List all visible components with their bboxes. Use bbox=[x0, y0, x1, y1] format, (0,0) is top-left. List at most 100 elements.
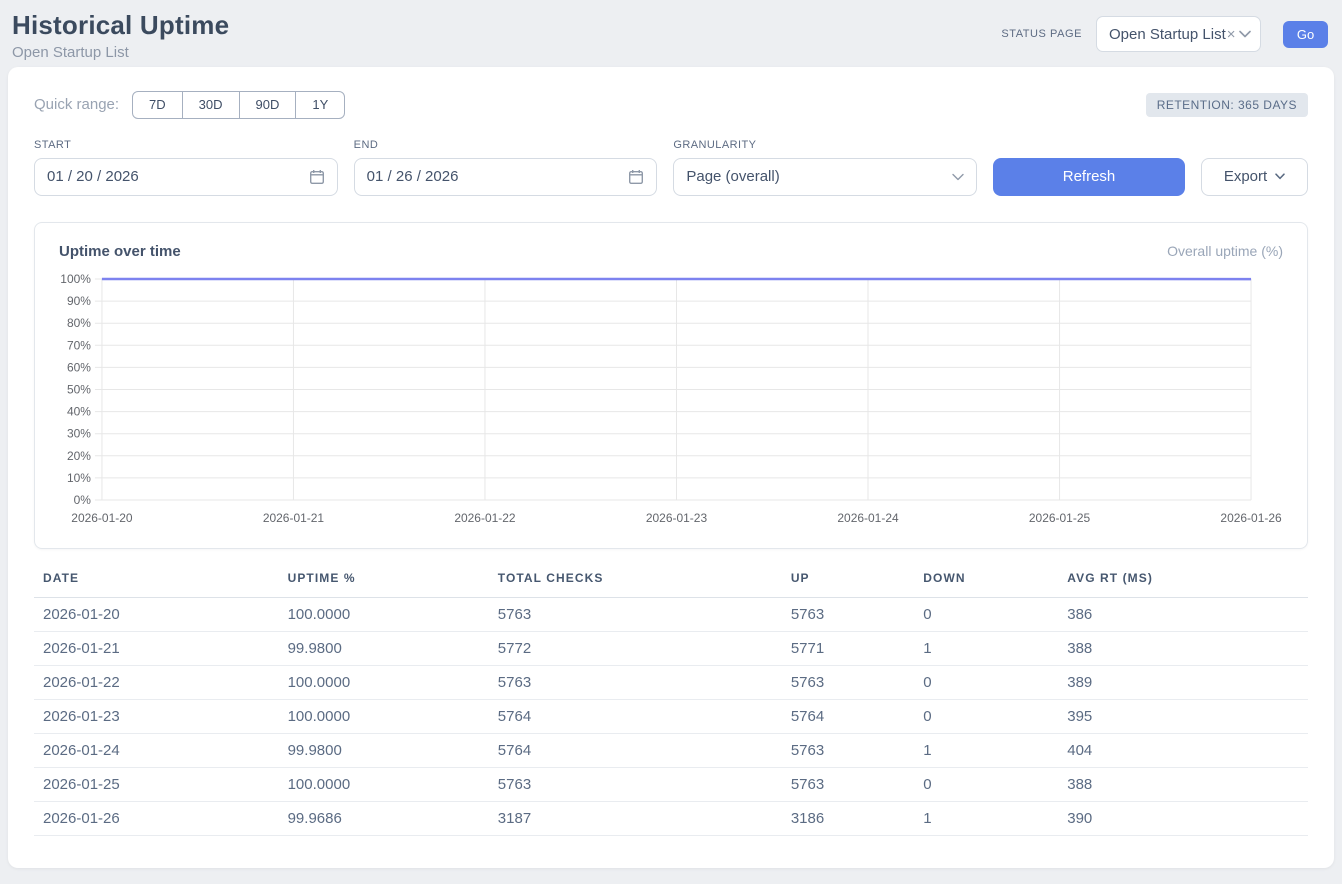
table-cell: 5763 bbox=[782, 767, 914, 801]
column-header: DATE bbox=[34, 571, 279, 598]
start-label: START bbox=[34, 139, 338, 151]
table-cell: 388 bbox=[1058, 767, 1308, 801]
table-cell: 0 bbox=[914, 699, 1058, 733]
svg-text:20%: 20% bbox=[67, 448, 91, 462]
table-row: 2026-01-2499.9800576457631404 bbox=[34, 733, 1308, 767]
table-row: 2026-01-23100.0000576457640395 bbox=[34, 699, 1308, 733]
svg-text:30%: 30% bbox=[67, 426, 91, 440]
export-button-label: Export bbox=[1224, 168, 1267, 185]
svg-text:2026-01-23: 2026-01-23 bbox=[646, 511, 708, 525]
table-cell: 1 bbox=[914, 801, 1058, 835]
status-page-select[interactable]: Open Startup List × bbox=[1096, 16, 1261, 52]
topbar: Historical Uptime Open Startup List STAT… bbox=[0, 0, 1342, 67]
table-cell: 100.0000 bbox=[279, 665, 489, 699]
table-cell: 2026-01-23 bbox=[34, 699, 279, 733]
svg-text:90%: 90% bbox=[67, 294, 91, 308]
svg-text:100%: 100% bbox=[60, 272, 91, 286]
table-cell: 404 bbox=[1058, 733, 1308, 767]
table-cell: 99.9686 bbox=[279, 801, 489, 835]
table-cell: 100.0000 bbox=[279, 767, 489, 801]
chart-legend: Overall uptime (%) bbox=[1167, 243, 1283, 259]
table-cell: 0 bbox=[914, 665, 1058, 699]
chevron-down-icon bbox=[1275, 173, 1285, 180]
export-button[interactable]: Export bbox=[1201, 158, 1308, 196]
column-header: TOTAL CHECKS bbox=[489, 571, 782, 598]
table-cell: 2026-01-26 bbox=[34, 801, 279, 835]
page-subtitle: Open Startup List bbox=[12, 44, 229, 61]
end-label: END bbox=[354, 139, 658, 151]
column-header: UP bbox=[782, 571, 914, 598]
table-cell: 5763 bbox=[489, 767, 782, 801]
svg-text:2026-01-20: 2026-01-20 bbox=[71, 511, 133, 525]
table-cell: 2026-01-24 bbox=[34, 733, 279, 767]
svg-text:0%: 0% bbox=[74, 493, 92, 507]
table-row: 2026-01-22100.0000576357630389 bbox=[34, 665, 1308, 699]
table-cell: 2026-01-25 bbox=[34, 767, 279, 801]
go-button[interactable]: Go bbox=[1283, 21, 1328, 48]
table-cell: 99.9800 bbox=[279, 631, 489, 665]
topbar-right: STATUS PAGE Open Startup List × Go bbox=[1001, 16, 1328, 52]
table-cell: 3187 bbox=[489, 801, 782, 835]
quick-range-7d-button[interactable]: 7D bbox=[132, 91, 183, 119]
status-page-label: STATUS PAGE bbox=[1001, 28, 1082, 40]
quick-range-1y-button[interactable]: 1Y bbox=[295, 91, 345, 119]
column-header: DOWN bbox=[914, 571, 1058, 598]
granularity-select[interactable]: Page (overall) bbox=[673, 158, 977, 196]
start-field: START 01 / 20 / 2026 bbox=[34, 139, 338, 196]
table-cell: 0 bbox=[914, 767, 1058, 801]
chevron-down-icon bbox=[1239, 30, 1251, 38]
clear-icon[interactable]: × bbox=[1227, 27, 1236, 42]
table-cell: 5763 bbox=[782, 733, 914, 767]
table-cell: 5763 bbox=[489, 665, 782, 699]
svg-text:2026-01-21: 2026-01-21 bbox=[263, 511, 325, 525]
granularity-value: Page (overall) bbox=[686, 168, 952, 185]
calendar-icon[interactable] bbox=[628, 169, 644, 185]
uptime-table-head-row: DATEUPTIME %TOTAL CHECKSUPDOWNAVG RT (MS… bbox=[34, 571, 1308, 598]
svg-text:60%: 60% bbox=[67, 360, 91, 374]
svg-text:70%: 70% bbox=[67, 338, 91, 352]
table-cell: 389 bbox=[1058, 665, 1308, 699]
end-date-input[interactable]: 01 / 26 / 2026 bbox=[354, 158, 658, 196]
table-cell: 5763 bbox=[782, 665, 914, 699]
table-cell: 1 bbox=[914, 631, 1058, 665]
status-page-select-value: Open Startup List bbox=[1109, 26, 1226, 43]
title-block: Historical Uptime Open Startup List bbox=[12, 10, 229, 61]
table-cell: 5772 bbox=[489, 631, 782, 665]
table-cell: 5763 bbox=[782, 597, 914, 631]
start-date-input[interactable]: 01 / 20 / 2026 bbox=[34, 158, 338, 196]
table-cell: 5764 bbox=[489, 733, 782, 767]
table-cell: 100.0000 bbox=[279, 699, 489, 733]
table-cell: 2026-01-21 bbox=[34, 631, 279, 665]
table-cell: 5771 bbox=[782, 631, 914, 665]
table-cell: 5764 bbox=[782, 699, 914, 733]
table-row: 2026-01-2699.9686318731861390 bbox=[34, 801, 1308, 835]
table-cell: 2026-01-22 bbox=[34, 665, 279, 699]
quick-range-30d-button[interactable]: 30D bbox=[182, 91, 240, 119]
table-cell: 0 bbox=[914, 597, 1058, 631]
table-cell: 3186 bbox=[782, 801, 914, 835]
main-panel: Quick range: 7D30D90D1Y RETENTION: 365 D… bbox=[8, 67, 1334, 868]
refresh-button[interactable]: Refresh bbox=[993, 158, 1185, 196]
calendar-icon[interactable] bbox=[309, 169, 325, 185]
svg-text:10%: 10% bbox=[67, 470, 91, 484]
quick-range-row: Quick range: 7D30D90D1Y RETENTION: 365 D… bbox=[34, 91, 1308, 119]
table-cell: 1 bbox=[914, 733, 1058, 767]
end-field: END 01 / 26 / 2026 bbox=[354, 139, 658, 196]
svg-text:80%: 80% bbox=[67, 316, 91, 330]
chart-title: Uptime over time bbox=[59, 243, 181, 260]
column-header: UPTIME % bbox=[279, 571, 489, 598]
filter-row: START 01 / 20 / 2026 END 01 / 26 / 2026 … bbox=[34, 139, 1308, 196]
quick-range-group: 7D30D90D1Y bbox=[132, 91, 345, 119]
table-row: 2026-01-25100.0000576357630388 bbox=[34, 767, 1308, 801]
quick-range-90d-button[interactable]: 90D bbox=[239, 91, 297, 119]
column-header: AVG RT (MS) bbox=[1058, 571, 1308, 598]
uptime-chart-card: Uptime over time Overall uptime (%) 0% 10… bbox=[34, 222, 1308, 549]
end-date-value: 01 / 26 / 2026 bbox=[367, 168, 629, 185]
table-cell: 386 bbox=[1058, 597, 1308, 631]
chart-header: Uptime over time Overall uptime (%) bbox=[59, 243, 1283, 260]
start-date-value: 01 / 20 / 2026 bbox=[47, 168, 309, 185]
table-cell: 100.0000 bbox=[279, 597, 489, 631]
table-cell: 5763 bbox=[489, 597, 782, 631]
svg-text:50%: 50% bbox=[67, 382, 91, 396]
table-cell: 395 bbox=[1058, 699, 1308, 733]
